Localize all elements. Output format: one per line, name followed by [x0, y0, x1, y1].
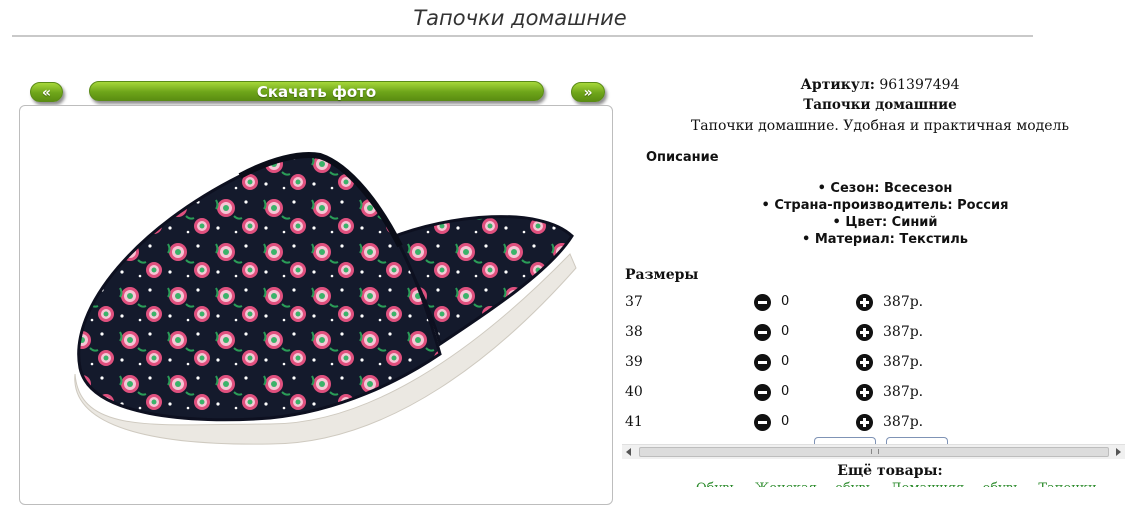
plus-icon[interactable]	[856, 324, 873, 341]
size-label: 38	[625, 324, 643, 340]
plus-icon[interactable]	[856, 384, 873, 401]
properties-list: Сезон: Всесезон Страна-производитель: Ро…	[620, 180, 1126, 248]
scroll-left-icon[interactable]	[626, 448, 631, 456]
minus-icon[interactable]	[754, 354, 771, 371]
size-label: 37	[625, 294, 643, 310]
property-season: Сезон: Всесезон	[620, 180, 1126, 197]
page-title: Тапочки домашние	[413, 6, 627, 30]
size-row: 37 0 387р.	[625, 294, 1125, 314]
price-value: 387р.	[883, 324, 924, 340]
property-material: Материал: Текстиль	[620, 231, 1126, 248]
size-label: 41	[625, 414, 643, 430]
slipper-image	[74, 152, 577, 445]
scrollbar-thumb[interactable]	[639, 447, 1109, 457]
property-country: Страна-производитель: Россия	[620, 197, 1126, 214]
article-value: 961397494	[879, 77, 960, 93]
next-photo-button[interactable]: »	[571, 82, 605, 102]
property-color: Цвет: Синий	[620, 214, 1126, 231]
title-divider	[12, 35, 1033, 37]
quantity-value: 0	[781, 294, 790, 309]
article-label: Артикул:	[800, 77, 875, 93]
quantity-value: 0	[781, 414, 790, 429]
download-photo-button[interactable]: Скачать фото	[89, 81, 544, 101]
product-photo	[19, 105, 613, 505]
price-value: 387р.	[883, 414, 924, 430]
size-row: 41 0 387р.	[625, 414, 1125, 434]
sizes-heading: Размеры	[625, 267, 699, 283]
minus-icon[interactable]	[754, 294, 771, 311]
horizontal-scrollbar[interactable]	[622, 444, 1125, 459]
product-subtitle: Тапочки домашние. Удобная и практичная м…	[690, 118, 1070, 134]
grip-icon	[871, 449, 879, 454]
minus-icon[interactable]	[754, 414, 771, 431]
more-products-heading: Ещё товары:	[837, 463, 943, 479]
quantity-value: 0	[781, 384, 790, 399]
price-value: 387р.	[883, 354, 924, 370]
quantity-value: 0	[781, 324, 790, 339]
quantity-value: 0	[781, 354, 790, 369]
size-row: 40 0 387р.	[625, 384, 1125, 404]
more-products-links[interactable]: Обувь Женская обувь Домашняя обувь Тапоч…	[696, 481, 1116, 487]
plus-icon[interactable]	[856, 414, 873, 431]
article-line: Артикул: 961397494	[620, 77, 1126, 93]
scroll-right-icon[interactable]	[1116, 448, 1121, 456]
minus-icon[interactable]	[754, 384, 771, 401]
product-name: Тапочки домашние	[803, 97, 957, 113]
price-value: 387р.	[883, 294, 924, 310]
size-row: 39 0 387р.	[625, 354, 1125, 374]
plus-icon[interactable]	[856, 354, 873, 371]
price-value: 387р.	[883, 384, 924, 400]
description-heading: Описание	[646, 150, 719, 165]
size-label: 39	[625, 354, 643, 370]
plus-icon[interactable]	[856, 294, 873, 311]
size-row: 38 0 387р.	[625, 324, 1125, 344]
previous-photo-button[interactable]: «	[30, 82, 63, 102]
size-label: 40	[625, 384, 643, 400]
minus-icon[interactable]	[754, 324, 771, 341]
